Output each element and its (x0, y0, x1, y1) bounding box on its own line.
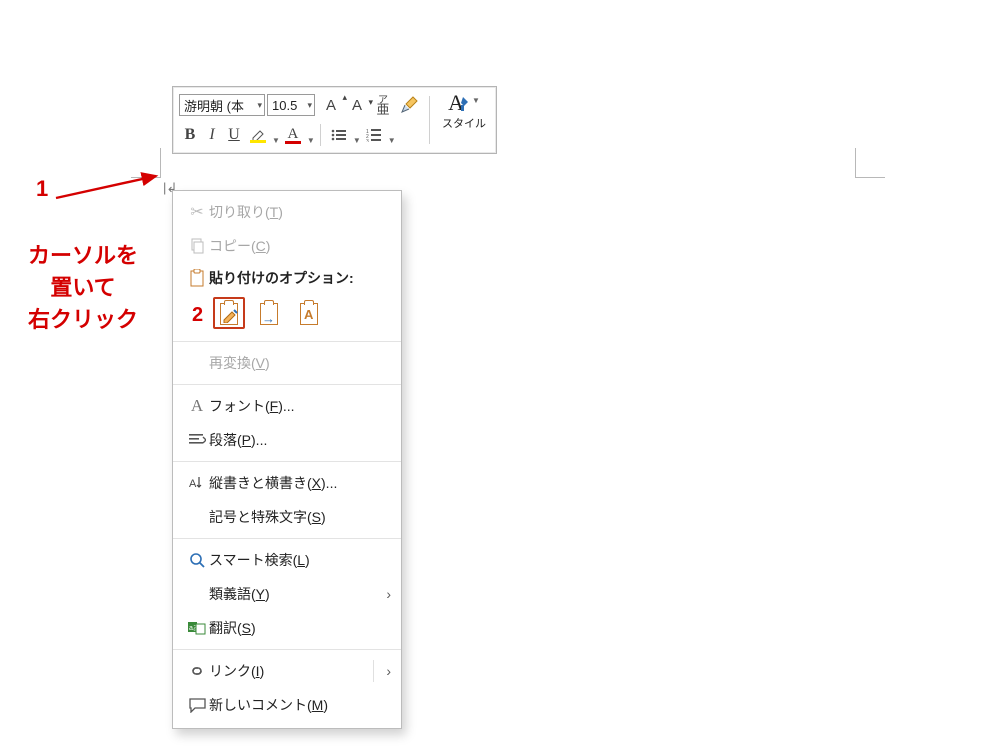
styles-button[interactable]: A ▼ スタイル (442, 91, 486, 149)
font-size-combo[interactable]: 10.5 ▾ (267, 94, 315, 116)
chevron-down-icon[interactable]: ▼ (353, 136, 361, 145)
menu-translate[interactable]: aあ 翻訳(S) (173, 611, 401, 645)
chevron-down-icon[interactable]: ▼ (307, 136, 315, 145)
paintbrush-icon (400, 95, 420, 115)
clipboard-text-icon: A (298, 301, 320, 325)
menu-font[interactable]: A フォント(F)... (173, 389, 401, 423)
search-icon (185, 552, 209, 568)
underline-button[interactable]: U (224, 123, 244, 147)
scissors-icon: ✂ (185, 202, 209, 222)
annotation-instruction: カーソルを 置いて 右クリック (8, 240, 158, 336)
menu-text-direction-label: 縦書きと横書き(X)... (209, 473, 391, 493)
clipboard-icon (185, 269, 209, 287)
menu-link[interactable]: リンク(I) › (173, 654, 401, 688)
font-color-swatch (285, 141, 301, 144)
menu-paragraph-label: 段落(P)... (209, 430, 391, 450)
page-margin-corner-tr (855, 148, 885, 178)
paste-options-row: → A (173, 293, 401, 337)
increase-font-button[interactable]: A▴ (319, 93, 343, 117)
menu-translate-label: 翻訳(S) (209, 618, 391, 638)
menu-symbols-label: 記号と特殊文字(S) (209, 507, 391, 527)
paragraph-icon (185, 433, 209, 447)
svg-text:3: 3 (366, 139, 369, 142)
highlight-color-swatch (250, 140, 266, 143)
numbering-icon: 123 (366, 128, 382, 142)
menu-symbols[interactable]: 記号と特殊文字(S) (173, 500, 401, 534)
font-name-combo[interactable]: 游明朝 (本 ▾ (179, 94, 265, 116)
menu-separator (173, 461, 401, 462)
font-color-button[interactable]: A (281, 123, 305, 147)
menu-separator (173, 384, 401, 385)
toolbar-separator (320, 124, 321, 146)
menu-separator (173, 538, 401, 539)
text-direction-icon: A (185, 475, 209, 491)
chevron-down-icon: ▼ (472, 91, 480, 111)
highlight-color-button[interactable] (246, 123, 270, 147)
menu-paste-options-header: 貼り付けのオプション: (173, 263, 401, 293)
menu-paragraph[interactable]: 段落(P)... (173, 423, 401, 457)
chevron-right-icon: › (386, 663, 391, 679)
phonetic-guide-button[interactable]: ア 亜 (371, 93, 395, 117)
clipboard-arrow-icon: → (258, 301, 280, 325)
menu-new-comment-label: 新しいコメント(M) (209, 695, 391, 715)
decrease-font-button[interactable]: A▾ (345, 93, 369, 117)
menu-copy: コピー(C) (173, 229, 401, 263)
format-painter-button[interactable] (398, 93, 422, 117)
context-menu: ✂ 切り取り(T) コピー(C) 貼り付けのオプション: → A (172, 190, 402, 729)
menu-link-label: リンク(I) (209, 661, 367, 681)
chevron-down-icon[interactable]: ▼ (272, 136, 280, 145)
menu-copy-label: コピー(C) (209, 236, 391, 256)
menu-reconvert-label: 再変換(V) (209, 353, 391, 373)
mini-toolbar: 游明朝 (本 ▾ 10.5 ▾ A▴ A▾ ア 亜 B I (172, 86, 497, 154)
paintbrush-icon (461, 95, 471, 113)
annotation-step-2: 2 (192, 304, 203, 327)
toolbar-separator (429, 96, 430, 144)
menu-synonyms-label: 類義語(Y) (209, 584, 380, 604)
annotation-arrow (48, 158, 168, 208)
menu-smart-lookup[interactable]: スマート検索(L) (173, 543, 401, 577)
bold-button[interactable]: B (180, 123, 200, 147)
chevron-right-icon: › (386, 586, 391, 602)
italic-button[interactable]: I (202, 123, 222, 147)
menu-reconvert: 再変換(V) (173, 346, 401, 380)
menu-new-comment[interactable]: 新しいコメント(M) (173, 688, 401, 722)
paste-keep-source-formatting[interactable] (213, 297, 245, 329)
menu-smart-lookup-label: スマート検索(L) (209, 550, 391, 570)
styles-label: スタイル (442, 114, 486, 134)
menu-font-label: フォント(F)... (209, 396, 391, 416)
annotation-step-1: 1 (36, 176, 48, 202)
submenu-separator (373, 660, 374, 682)
numbering-button[interactable]: 123 (362, 123, 386, 147)
link-icon (185, 665, 209, 677)
menu-separator (173, 341, 401, 342)
ruby-bottom: 亜 (376, 105, 389, 114)
chevron-down-icon: ▾ (307, 100, 312, 111)
menu-separator (173, 649, 401, 650)
comment-icon (185, 698, 209, 713)
menu-synonyms[interactable]: 類義語(Y) › (173, 577, 401, 611)
chevron-down-icon[interactable]: ▼ (388, 136, 396, 145)
bullets-button[interactable] (327, 123, 351, 147)
menu-text-direction[interactable]: A 縦書きと横書き(X)... (173, 466, 401, 500)
font-size-value: 10.5 (272, 98, 297, 113)
clipboard-brush-icon (218, 301, 240, 325)
paste-merge-formatting[interactable]: → (253, 297, 285, 329)
svg-text:A: A (189, 478, 197, 490)
font-icon: A (185, 396, 209, 416)
translate-icon: aあ (185, 620, 209, 636)
paste-options-label: 貼り付けのオプション: (209, 268, 391, 288)
font-name-value: 游明朝 (本 (184, 96, 244, 115)
menu-cut: ✂ 切り取り(T) (173, 195, 401, 229)
chevron-down-icon: ▾ (257, 100, 262, 111)
paste-text-only[interactable]: A (293, 297, 325, 329)
bullets-icon (331, 128, 347, 142)
copy-icon (185, 238, 209, 254)
menu-cut-label: 切り取り(T) (209, 202, 391, 222)
